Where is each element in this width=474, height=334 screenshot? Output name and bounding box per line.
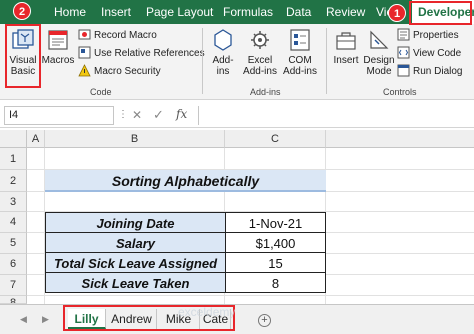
com-add-ins-button[interactable]: COM Add-ins	[280, 28, 320, 77]
view-code-label: View Code	[413, 48, 462, 59]
add-ins-icon	[214, 29, 232, 51]
properties-label: Properties	[413, 30, 459, 41]
row-header-5[interactable]: 5	[0, 233, 27, 254]
row-header-2[interactable]: 2	[0, 170, 27, 192]
tab-review[interactable]: Review	[326, 0, 365, 24]
design-mode-icon	[370, 30, 389, 49]
add-ins-label-line2: ins	[216, 66, 230, 77]
add-sheet-icon[interactable]: +	[258, 314, 271, 327]
design-mode-label-line1: Design	[363, 55, 395, 66]
relative-references-icon	[78, 46, 91, 59]
run-dialog-label: Run Dialog	[413, 66, 463, 77]
step-badge-1: 1	[388, 4, 406, 22]
gear-icon	[251, 31, 269, 49]
sheet-title-cell[interactable]: Sorting Alphabetically	[45, 170, 326, 192]
ribbon: Visual Basic Macros Record Macro Use Rel…	[0, 24, 474, 100]
design-mode-label-line2: Mode	[366, 66, 392, 77]
view-code-button[interactable]: View Code	[397, 46, 461, 62]
row-header-6[interactable]: 6	[0, 254, 27, 275]
row-header-1[interactable]: 1	[0, 148, 27, 170]
more-options-icon[interactable]: ⋮	[118, 109, 128, 120]
run-dialog-button[interactable]: Run Dialog	[397, 64, 462, 80]
formula-bar-divider	[198, 106, 199, 125]
view-code-icon	[397, 46, 410, 59]
com-add-ins-icon	[290, 29, 310, 51]
tab-home[interactable]: Home	[54, 0, 86, 24]
row-header-7[interactable]: 7	[0, 275, 27, 296]
table-value-cell[interactable]: $1,400	[225, 232, 326, 253]
excel-add-ins-button[interactable]: Excel Add-ins	[241, 28, 279, 77]
com-add-ins-label-line1: COM	[288, 55, 312, 66]
table-value-cell[interactable]: 15	[225, 252, 326, 273]
record-macro-button[interactable]: Record Macro	[78, 28, 157, 44]
visual-basic-highlight	[5, 24, 41, 88]
group-divider	[202, 28, 203, 94]
row-header-8[interactable]: 8	[0, 296, 27, 304]
record-macro-label: Record Macro	[94, 30, 157, 41]
column-header-a[interactable]: A	[27, 130, 45, 148]
tab-data[interactable]: Data	[286, 0, 311, 24]
insert-control-button[interactable]: Insert	[330, 28, 362, 66]
controls-group-label: Controls	[383, 87, 417, 97]
table-label-cell[interactable]: Joining Date	[45, 212, 226, 233]
table-label-cell[interactable]: Sick Leave Taken	[45, 272, 226, 293]
record-macro-icon	[78, 29, 91, 40]
excel-add-ins-label-line1: Excel	[247, 55, 273, 66]
add-ins-button[interactable]: Add- ins	[208, 28, 238, 77]
run-dialog-icon	[397, 64, 410, 77]
properties-icon	[397, 28, 410, 41]
add-ins-group-label: Add-ins	[250, 87, 281, 97]
insert-function-icon[interactable]: fx	[176, 107, 187, 121]
relative-references-label: Use Relative References	[94, 48, 205, 59]
formula-input[interactable]	[202, 106, 470, 125]
design-mode-button[interactable]: Design Mode	[363, 28, 395, 77]
excel-add-ins-label-line2: Add-ins	[243, 66, 277, 77]
com-add-ins-label-line2: Add-ins	[283, 66, 317, 77]
macro-security-button[interactable]: Macro Security	[78, 64, 161, 80]
group-divider	[326, 28, 327, 94]
select-all-corner[interactable]	[0, 130, 27, 148]
row-header-4[interactable]: 4	[0, 212, 27, 233]
tab-formulas[interactable]: Formulas	[223, 0, 273, 24]
previous-sheet-icon[interactable]: ◀	[20, 314, 27, 325]
row-header-3[interactable]: 3	[0, 192, 27, 212]
use-relative-references-button[interactable]: Use Relative References	[78, 46, 205, 62]
column-header-c[interactable]: C	[225, 130, 326, 148]
next-sheet-icon[interactable]: ▶	[42, 314, 49, 325]
toolbox-icon	[336, 32, 356, 50]
enter-icon[interactable]: ✓	[153, 107, 164, 123]
table-value-cell[interactable]: 1-Nov-21	[225, 212, 326, 233]
table-label-cell[interactable]: Total Sick Leave Assigned	[45, 252, 226, 273]
tab-page-layout[interactable]: Page Layout	[146, 0, 213, 24]
cancel-icon[interactable]: ✕	[132, 108, 142, 122]
macros-label: Macros	[41, 55, 75, 66]
step-badge-2: 2	[13, 2, 31, 20]
macro-security-label: Macro Security	[94, 66, 161, 77]
gridline	[27, 295, 474, 296]
insert-control-label: Insert	[333, 55, 359, 66]
formula-bar: I4 ⋮ ✕ ✓ fx	[0, 103, 474, 128]
properties-button[interactable]: Properties	[397, 28, 459, 44]
code-group-label: Code	[90, 87, 112, 97]
tab-insert[interactable]: Insert	[101, 0, 131, 24]
watermark: exceldemy	[178, 305, 236, 319]
developer-tab-highlight	[409, 1, 472, 25]
column-header-blank	[326, 130, 474, 148]
add-ins-label-line1: Add-	[212, 55, 234, 66]
macros-icon	[48, 30, 68, 50]
table-label-cell[interactable]: Salary	[45, 232, 226, 253]
name-box[interactable]: I4	[4, 106, 114, 125]
spreadsheet-grid: A B C 1 2 3 4 5 6 7 8 Sorting Alphabetic…	[0, 130, 474, 304]
table-value-cell[interactable]: 8	[225, 272, 326, 293]
warning-icon	[78, 64, 91, 77]
column-header-b[interactable]: B	[45, 130, 225, 148]
macros-button[interactable]: Macros	[41, 28, 75, 66]
